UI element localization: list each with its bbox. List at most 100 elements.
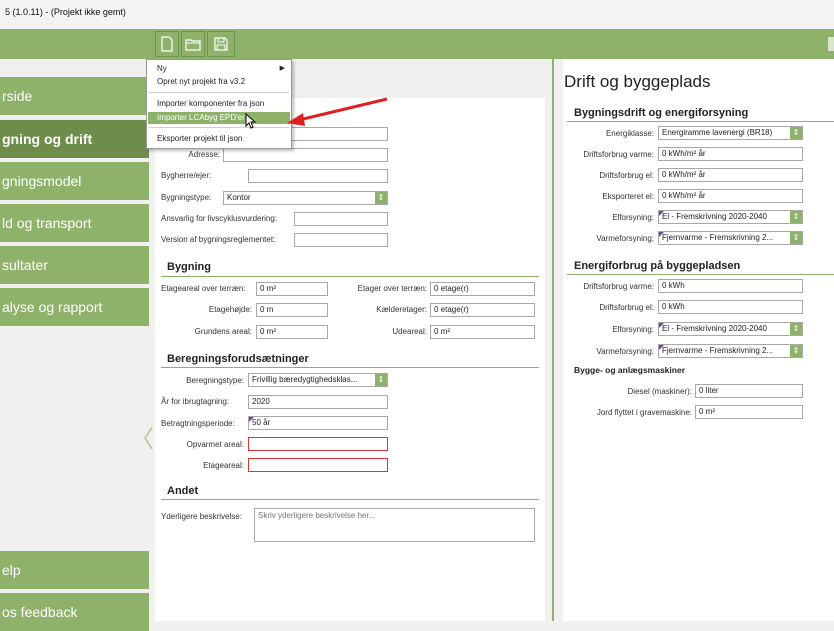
sidebar-item-feedback[interactable]: os feedback: [0, 593, 149, 631]
regulation-label: Version af bygningsreglementet:: [161, 235, 276, 244]
sidebar-item-forside[interactable]: rside: [0, 77, 149, 115]
site-el-supply-value: El - Fremskrivning 2020-2040: [662, 324, 767, 333]
responsible-field[interactable]: [294, 212, 388, 226]
machines-section-title: Bygge- og anlægsmaskiner: [574, 365, 686, 375]
building-type-label: Bygningstype:: [161, 193, 212, 202]
sidebar-item-bygning-og-drift[interactable]: gning og drift: [0, 120, 149, 158]
floor-area-field[interactable]: 0 m²: [256, 282, 328, 296]
heat-supply-label: Varmeforsyning:: [596, 234, 654, 243]
exported-el-field[interactable]: 0 kWh/m² år: [658, 189, 803, 203]
year-field[interactable]: 2020: [248, 395, 388, 409]
chevron-updown-icon: ⇕: [375, 192, 387, 204]
el-supply-label: Elforsyning:: [612, 213, 654, 222]
sidebar-item-bygningsmodel[interactable]: gningsmodel: [0, 162, 149, 200]
sidebar-item-help[interactable]: elp: [0, 551, 149, 589]
heat-supply-select[interactable]: Fjernvarme - Fremskrivning 2... ⇕: [658, 231, 803, 245]
site-el-use-field[interactable]: 0 kWh: [658, 300, 803, 314]
submenu-arrow-icon: ▶: [279, 65, 285, 72]
menu-item-export-json[interactable]: Eksporter projekt til json: [157, 134, 242, 143]
site-heat-supply-value: Fjernvarme - Fremskrivning 2...: [662, 346, 774, 355]
site-section-title: Energiforbrug på byggepladsen: [574, 260, 741, 272]
site-el-supply-select[interactable]: El - Fremskrivning 2020-2040 ⇕: [658, 322, 803, 336]
other-section-title: Andet: [167, 485, 199, 497]
divider: [161, 499, 539, 500]
sidebar-item-analyse-og-rapport[interactable]: alyse og rapport: [0, 288, 149, 326]
menu-item-import-components[interactable]: Importer komponenter fra json: [157, 99, 264, 108]
open-folder-button[interactable]: [181, 31, 205, 57]
toolbar: [0, 29, 834, 59]
ground-area-field[interactable]: 0 m²: [256, 325, 328, 339]
right-panel: Drift og byggeplads Bygningsdrift og ene…: [563, 59, 834, 621]
floors-above-label: Etager over terræn:: [357, 284, 427, 293]
responsible-label: Ansvarlig for livscyklusvurdering:: [161, 214, 278, 223]
period-field[interactable]: 50 år: [248, 416, 388, 430]
title-bar: 5 (1.0.11) - (Projekt ikke gemt): [0, 0, 834, 29]
new-file-button[interactable]: [155, 31, 179, 57]
owner-field[interactable]: [248, 169, 388, 183]
building-type-select[interactable]: Kontor ⇕: [223, 191, 388, 205]
address-field[interactable]: [223, 148, 388, 162]
menu-item-create-from-v32[interactable]: Opret nyt projekt fra v3.2: [157, 77, 245, 86]
energy-class-label: Energiklasse:: [605, 129, 654, 138]
menu-separator: [149, 92, 289, 93]
etageareal-label: Etageareal:: [203, 461, 244, 470]
sidebar-item-drift-og-transport[interactable]: ld og transport: [0, 204, 149, 242]
mouse-cursor-icon: [245, 113, 257, 129]
divider: [567, 121, 834, 122]
el-use-field[interactable]: 0 kWh/m² år: [658, 168, 803, 182]
new-file-icon: [161, 36, 173, 52]
annotation-arrow-icon: [287, 97, 388, 126]
energy-class-select[interactable]: Energiramme lavenergi (BR18) ⇕: [658, 126, 803, 140]
heated-area-label: Opvarmet areal:: [186, 440, 244, 449]
heated-area-field[interactable]: [248, 437, 388, 451]
floor-height-field[interactable]: 0 m: [256, 303, 328, 317]
el-use-label: Driftsforbrug el:: [599, 171, 654, 180]
outdoor-area-field[interactable]: 0 m²: [430, 325, 535, 339]
basements-label: Kælderetager:: [376, 305, 427, 314]
year-label: År for ibrugtagning:: [161, 397, 230, 406]
chevron-updown-icon: ⇕: [790, 232, 802, 244]
menu-item-new[interactable]: Ny: [157, 64, 167, 73]
operation-section-title: Bygningsdrift og energiforsyning: [574, 107, 749, 119]
sidebar-item-resultater[interactable]: sultater: [0, 246, 149, 284]
heat-use-field[interactable]: 0 kWh/m² år: [658, 147, 803, 161]
soil-label: Jord flyttet i gravemaskine:: [596, 408, 692, 417]
el-supply-select[interactable]: El - Fremskrivning 2020-2040 ⇕: [658, 210, 803, 224]
chevron-updown-icon: ⇕: [790, 211, 802, 223]
regulation-field[interactable]: [294, 233, 388, 247]
folder-icon: [185, 39, 201, 51]
building-section-title: Bygning: [167, 261, 211, 273]
save-button[interactable]: [207, 31, 235, 57]
site-heat-use-label: Driftsforbrug varme:: [583, 282, 654, 291]
period-label: Betragtningsperiode:: [161, 419, 235, 428]
description-textarea[interactable]: [254, 508, 535, 542]
sidebar: rside gning og drift gningsmodel ld og t…: [0, 59, 149, 631]
building-type-value: Kontor: [227, 193, 251, 202]
chevron-updown-icon: ⇕: [790, 345, 802, 357]
divider: [161, 367, 539, 368]
site-heat-supply-label: Varmeforsyning:: [596, 347, 654, 356]
soil-field[interactable]: 0 m²: [695, 405, 803, 419]
window-title: 5 (1.0.11) - (Projekt ikke gemt): [5, 7, 126, 17]
divider: [567, 274, 834, 275]
calc-type-select[interactable]: Frivillig bæredygtighedsklas... ⇕: [248, 373, 388, 387]
assumptions-section-title: Beregningsforudsætninger: [167, 353, 309, 365]
owner-label: Bygherre/ejer:: [161, 171, 212, 180]
chevron-updown-icon: ⇕: [790, 127, 802, 139]
diesel-field[interactable]: 0 liter: [695, 384, 803, 398]
calc-type-value: Frivillig bæredygtighedsklas...: [252, 375, 358, 384]
outdoor-area-label: Udeareal:: [392, 327, 427, 336]
panel-divider: [552, 59, 554, 621]
menu-item-import-epd[interactable]: Importer LCAbyg EPD'er: [157, 113, 245, 122]
description-label: Yderligere beskrivelse:: [161, 512, 242, 521]
etageareal-field[interactable]: [248, 458, 388, 472]
floors-above-field[interactable]: 0 etage(r): [430, 282, 535, 296]
site-heat-use-field[interactable]: 0 kWh: [658, 279, 803, 293]
site-heat-supply-select[interactable]: Fjernvarme - Fremskrivning 2... ⇕: [658, 344, 803, 358]
exported-el-label: Eksporteret el:: [602, 192, 654, 201]
basements-field[interactable]: 0 etage(r): [430, 303, 535, 317]
collapse-sidebar-icon[interactable]: 〈: [130, 425, 154, 455]
energy-class-value: Energiramme lavenergi (BR18): [662, 128, 773, 137]
heat-supply-value: Fjernvarme - Fremskrivning 2...: [662, 233, 774, 242]
heat-use-label: Driftsforbrug varme:: [583, 150, 654, 159]
